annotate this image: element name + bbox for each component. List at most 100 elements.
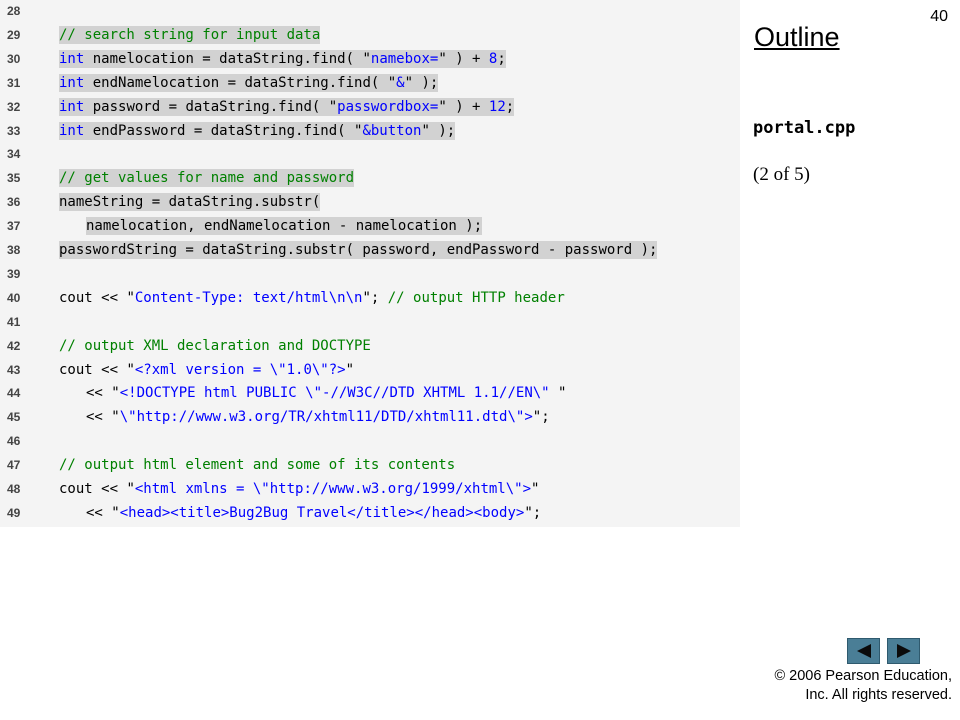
code-token: " xyxy=(328,98,338,115)
line-number: 32 xyxy=(7,99,21,114)
line-number: 37 xyxy=(7,219,21,234)
code-line: 36 nameString = dataString.substr( xyxy=(0,190,740,214)
code-token: & xyxy=(396,74,405,91)
code-token: ; xyxy=(505,98,515,115)
code-token: // output XML declaration and DOCTYPE xyxy=(59,337,371,354)
line-number: 46 xyxy=(7,434,21,449)
code-token: Content-Type: text/html\n\n xyxy=(134,289,363,306)
code-token: " xyxy=(126,361,135,378)
code-text: // output XML declaration and DOCTYPE xyxy=(59,337,371,355)
code-token: " xyxy=(558,385,567,402)
code-token: <html xmlns = \"http://www.w3.org/1999/x… xyxy=(134,481,532,497)
code-line: 31 int endNamelocation = dataString.find(… xyxy=(0,71,740,95)
copyright-line-2: Inc. All rights reserved. xyxy=(805,687,952,703)
code-token: ) + xyxy=(446,50,489,67)
line-number: 36 xyxy=(7,195,21,210)
line-number: 31 xyxy=(7,75,21,90)
code-token: int xyxy=(59,98,85,115)
code-token: passwordbox= xyxy=(337,98,439,115)
code-token: " xyxy=(531,481,540,497)
code-token: " xyxy=(532,409,542,426)
line-number: 41 xyxy=(7,314,21,329)
copyright-line-1: © 2006 Pearson Education, xyxy=(774,668,952,684)
code-line: 40 cout << "Content-Type: text/html\n\n";… xyxy=(0,286,740,310)
code-token: << xyxy=(86,504,112,521)
code-line: 28 xyxy=(0,0,740,23)
outline-title[interactable]: Outline xyxy=(754,22,840,53)
code-token: int xyxy=(59,74,85,91)
code-listing: 28 29 // search string for input data 30 int… xyxy=(0,0,740,527)
code-line: 38 passwordString = dataString.substr( pa… xyxy=(0,238,740,262)
code-text: cout << "Content-Type: text/html\n\n"; /… xyxy=(59,289,565,307)
code-token: ) + xyxy=(446,98,489,115)
code-token: ; xyxy=(370,289,388,306)
code-token: ; xyxy=(541,409,550,426)
code-token: " xyxy=(438,98,447,115)
code-token: " xyxy=(362,289,371,306)
code-token: << xyxy=(86,385,112,402)
code-line: 34 xyxy=(0,142,740,166)
triangle-right-icon xyxy=(896,644,911,658)
code-line: 48 cout << "<html xmlns = \"http://www.w3… xyxy=(0,477,740,501)
code-text: << "\"http://www.w3.org/TR/xhtml11/DTD/x… xyxy=(86,408,550,426)
code-token: ); xyxy=(429,122,456,139)
code-token: " xyxy=(111,385,120,402)
code-token: <!DOCTYPE html PUBLIC \"-//W3C//DTD XHTM… xyxy=(119,385,559,402)
page-info: (2 of 5) xyxy=(753,164,810,185)
code-text: << "<head><title>Bug2Bug Travel</title><… xyxy=(86,504,541,522)
line-number: 44 xyxy=(7,386,21,401)
code-line: 44 << "<!DOCTYPE html PUBLIC \"-//W3C//DT… xyxy=(0,381,740,405)
code-line: 41 xyxy=(0,310,740,334)
code-token: " xyxy=(438,50,447,67)
code-text: // search string for input data xyxy=(59,25,321,44)
line-number: 35 xyxy=(7,171,21,186)
code-token: <head><title>Bug2Bug Travel</title></hea… xyxy=(119,504,525,521)
line-number: 45 xyxy=(7,410,21,425)
code-token: " xyxy=(126,481,135,497)
code-token: // output HTTP header xyxy=(387,289,565,306)
code-token: << xyxy=(86,409,112,426)
code-token: endNamelocation = dataString.find( xyxy=(84,74,388,91)
code-token: " xyxy=(362,50,371,67)
code-token: " xyxy=(524,504,533,521)
code-token: namelocation, endNamelocation - nameloca… xyxy=(86,218,483,235)
code-token: passwordString = dataString.substr( pass… xyxy=(59,242,658,258)
filename-label: portal.cpp xyxy=(753,118,856,138)
code-line: 33 int endPassword = dataString.find( "&b… xyxy=(0,119,740,143)
code-line: 47 // output html element and some of its… xyxy=(0,453,740,477)
line-number: 43 xyxy=(7,362,21,377)
line-number: 48 xyxy=(7,482,21,496)
code-token: cout << xyxy=(59,289,127,306)
line-number: 33 xyxy=(7,123,21,138)
code-text: int namelocation = dataString.find( "nam… xyxy=(59,49,506,68)
code-text: << "<!DOCTYPE html PUBLIC \"-//W3C//DTD … xyxy=(86,384,566,402)
copyright-notice: © 2006 Pearson Education, Inc. All right… xyxy=(732,667,952,705)
code-token: // get values for name and password xyxy=(59,170,355,187)
code-text: // get values for name and password xyxy=(59,169,355,188)
code-line: 39 xyxy=(0,262,740,286)
line-number: 40 xyxy=(7,290,21,305)
line-number: 38 xyxy=(7,243,21,257)
code-line: 42 // output XML declaration and DOCTYPE xyxy=(0,334,740,358)
code-token: cout << xyxy=(59,361,127,378)
code-line: 32 int password = dataString.find( "passw… xyxy=(0,95,740,119)
code-text: int endNamelocation = dataString.find( "… xyxy=(59,73,439,92)
code-text: int password = dataString.find( "passwor… xyxy=(59,97,515,116)
code-text: // output html element and some of its c… xyxy=(59,456,455,474)
previous-slide-button[interactable] xyxy=(847,638,880,664)
code-token: " xyxy=(421,122,430,139)
code-line: 29 // search string for input data xyxy=(0,23,740,47)
code-line: 46 xyxy=(0,429,740,453)
code-token: 12 xyxy=(488,98,506,115)
line-number: 42 xyxy=(7,338,21,353)
next-slide-button[interactable] xyxy=(887,638,920,664)
code-token: // search string for input data xyxy=(59,26,321,43)
page-number: 40 xyxy=(930,8,948,25)
code-token: " xyxy=(111,409,120,426)
line-number: 30 xyxy=(7,51,21,66)
code-token: // output html element and some of its c… xyxy=(59,457,456,474)
code-token: &button xyxy=(362,122,422,139)
line-number: 39 xyxy=(7,266,21,281)
code-token: namelocation = dataString.find( xyxy=(84,50,363,67)
code-text: cout << "<?xml version = \"1.0\"?>" xyxy=(59,361,354,379)
